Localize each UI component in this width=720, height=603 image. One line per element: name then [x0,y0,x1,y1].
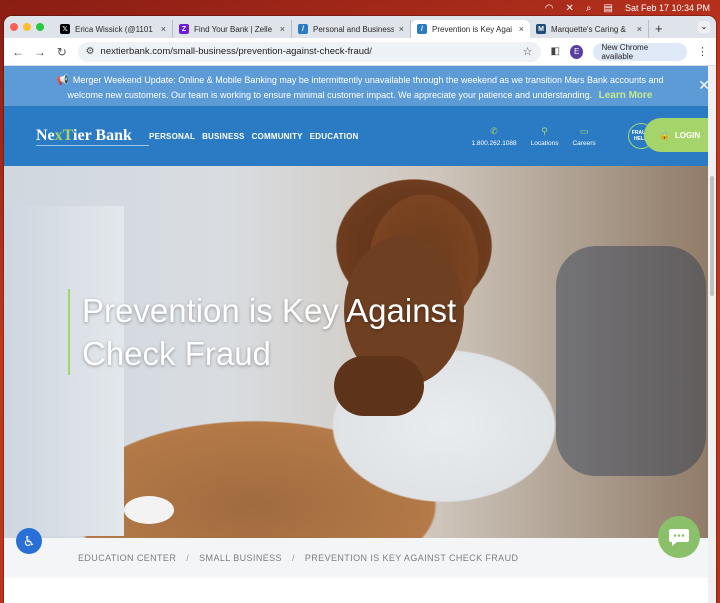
login-label: LOGIN [674,130,701,140]
close-tab-icon[interactable]: × [280,24,285,34]
nextier-icon: / [298,24,308,34]
hero-image-mouse [124,496,174,524]
phone-number: 1.800.262.1088 [471,139,517,147]
site-header: NexTier Bank PERSONAL BUSINESS COMMUNITY… [4,106,716,166]
tab-prevention-active[interactable]: / Prevention is Key Agai × [411,20,530,38]
nextier-icon: / [417,24,427,34]
page-title: Prevention is Key Against Check Fraud [68,289,468,375]
tab-title: Personal and Business [313,24,394,34]
menu-kebab-icon[interactable]: ⋮ [697,45,708,58]
chat-button[interactable] [658,516,700,558]
wifi-icon[interactable]: ◠ [545,3,554,14]
control-center-icon[interactable]: ▤ [603,3,612,14]
clock[interactable]: Sat Feb 17 10:34 PM [625,3,710,13]
careers-link[interactable]: ▭ Careers [572,126,595,147]
utility-nav: ✆ 1.800.262.1088 ⚲ Locations ▭ Careers [471,126,595,147]
nav-community[interactable]: COMMUNITY [252,132,303,141]
careers-label: Careers [572,139,596,147]
minimize-window-button[interactable] [23,23,31,31]
tab-marquette[interactable]: M Marquette's Caring & × [530,20,649,38]
new-tab-button[interactable]: + [655,20,663,38]
site-info-icon[interactable]: ⚙ [86,46,95,57]
profile-avatar[interactable]: E [569,44,584,59]
breadcrumb-separator: / [186,553,190,563]
page-scrollbar[interactable] [708,66,716,603]
content-start [4,578,716,603]
merger-alert-banner: 📢 Merger Weekend Update: Online & Mobile … [4,66,716,106]
tab-search-icon[interactable]: ⌄ [698,21,710,33]
search-icon[interactable]: ⌕ [586,3,592,14]
logo-text-x: xT [54,126,74,144]
bookmark-star-icon[interactable]: ☆ [523,45,533,58]
logo-text-a: Ne [36,126,55,144]
x-icon: 𝕏 [60,24,70,34]
reload-icon[interactable]: ↻ [56,45,68,59]
browser-window: 𝕏 Erica Wissick (@1101 × Z Find Your Ban… [4,16,716,603]
breadcrumb-separator: / [291,553,295,563]
update-chrome-button[interactable]: New Chrome available [593,42,687,61]
nav-education[interactable]: EDUCATION [310,132,359,141]
close-tab-icon[interactable]: × [519,24,524,34]
mute-icon[interactable]: ✕ [565,3,573,14]
locations-label: Locations [530,139,559,147]
hero-banner: Prevention is Key Against Check Fraud [4,166,716,538]
tab-title: Erica Wissick (@1101 [75,24,153,34]
breadcrumb-small-business[interactable]: SMALL BUSINESS [199,553,282,563]
marquette-icon: M [536,24,546,34]
window-controls [10,16,44,38]
zelle-icon: Z [179,24,189,34]
logo-text-b: ier Bank [73,126,132,144]
browser-toolbar: ← → ↻ ⚙ nextierbank.com/small-business/p… [4,38,716,66]
breadcrumb: EDUCATION CENTER / SMALL BUSINESS / PREV… [4,538,716,578]
tab-title: Marquette's Caring & [551,24,626,34]
login-button[interactable]: 🔒 LOGIN [644,118,716,152]
breadcrumb-education-center[interactable]: EDUCATION CENTER [78,553,176,563]
lock-icon: 🔒 [659,130,670,140]
close-window-button[interactable] [10,23,18,31]
location-pin-icon: ⚲ [541,125,548,136]
tab-title: Find Your Bank | Zelle [194,24,273,34]
accessibility-icon[interactable]: ♿ [16,528,42,554]
nav-business[interactable]: BUSINESS [202,132,245,141]
close-tab-icon[interactable]: × [161,24,166,34]
tab-x[interactable]: 𝕏 Erica Wissick (@1101 × [54,20,173,38]
hero-image-chair [556,246,706,476]
briefcase-icon: ▭ [579,125,589,136]
tab-zelle[interactable]: Z Find Your Bank | Zelle × [173,20,292,38]
tab-title: Prevention is Key Agai [432,24,513,34]
mac-menubar: ◠ ✕ ⌕ ▤ Sat Feb 17 10:34 PM [0,0,720,16]
web-page: 📢 Merger Weekend Update: Online & Mobile … [4,66,716,603]
nextier-logo[interactable]: NexTier Bank [36,127,149,146]
tab-strip: 𝕏 Erica Wissick (@1101 × Z Find Your Ban… [4,16,716,38]
zoom-window-button[interactable] [36,23,44,31]
url-text[interactable]: nextierbank.com/small-business/preventio… [101,46,517,57]
tab-personal-business[interactable]: / Personal and Business × [292,20,411,38]
phone-icon: ✆ [490,125,498,136]
phone-link[interactable]: ✆ 1.800.262.1088 [471,126,516,147]
nav-personal[interactable]: PERSONAL [149,132,195,141]
megaphone-icon: 📢 [56,75,69,86]
side-panel-icon[interactable]: ◧ [551,46,560,57]
forward-icon[interactable]: → [34,45,46,59]
locations-link[interactable]: ⚲ Locations [531,126,559,147]
address-bar[interactable]: ⚙ nextierbank.com/small-business/prevent… [77,41,541,62]
alert-text: Merger Weekend Update: Online & Mobile B… [67,75,664,100]
back-icon[interactable]: ← [12,45,24,59]
chat-bubble-icon [669,529,689,546]
scrollbar-thumb[interactable] [710,176,714,296]
main-nav: PERSONAL BUSINESS COMMUNITY EDUCATION [149,132,358,141]
learn-more-link[interactable]: Learn More [599,90,653,101]
close-tab-icon[interactable]: × [637,24,642,34]
close-tab-icon[interactable]: × [399,24,404,34]
breadcrumb-current: PREVENTION IS KEY AGAINST CHECK FRAUD [304,553,519,563]
